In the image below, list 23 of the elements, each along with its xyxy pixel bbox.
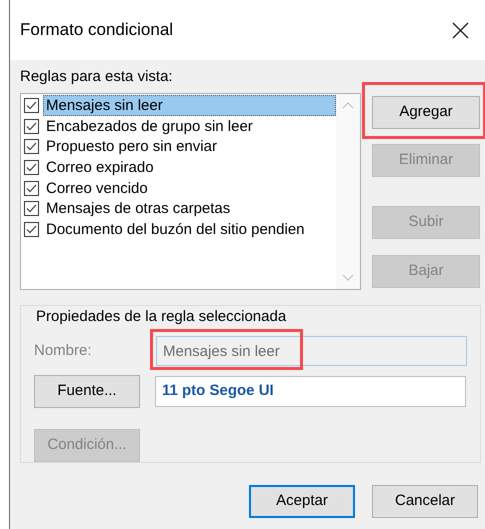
rule-item[interactable]: Correo vencido [43, 178, 336, 199]
dialog-button[interactable]: Aceptar [249, 484, 355, 518]
name-label: Nombre: [34, 340, 93, 361]
checkbox[interactable] [24, 139, 39, 154]
font-button[interactable]: Fuente... [34, 375, 140, 408]
rules-label: Reglas para esta vista: [20, 67, 174, 87]
checkbox[interactable] [24, 118, 39, 134]
checkbox[interactable] [24, 180, 39, 196]
checkbox[interactable] [24, 160, 39, 176]
dialog-button[interactable]: Cancelar [372, 484, 478, 518]
rule-item[interactable]: Mensajes de otras carpetas [43, 198, 336, 220]
rule-item[interactable]: Propuesto pero sin enviar [43, 136, 336, 158]
rule-item[interactable]: Correo expirado [43, 157, 336, 178]
checkbox[interactable] [24, 98, 39, 114]
window-title: Formato condicional [20, 19, 174, 42]
font-preview: 11 pto Segoe UI [155, 376, 466, 407]
rule-item[interactable]: Encabezados de grupo sin leer [43, 116, 336, 137]
side-button[interactable]: Agregar [372, 96, 480, 128]
close-icon [452, 22, 468, 38]
checkbox[interactable] [24, 201, 39, 216]
rule-item[interactable]: Documento del buzón del sitio pendien [43, 218, 336, 240]
checkbox[interactable] [24, 222, 39, 237]
rule-item[interactable]: Mensajes sin leer [43, 95, 336, 116]
